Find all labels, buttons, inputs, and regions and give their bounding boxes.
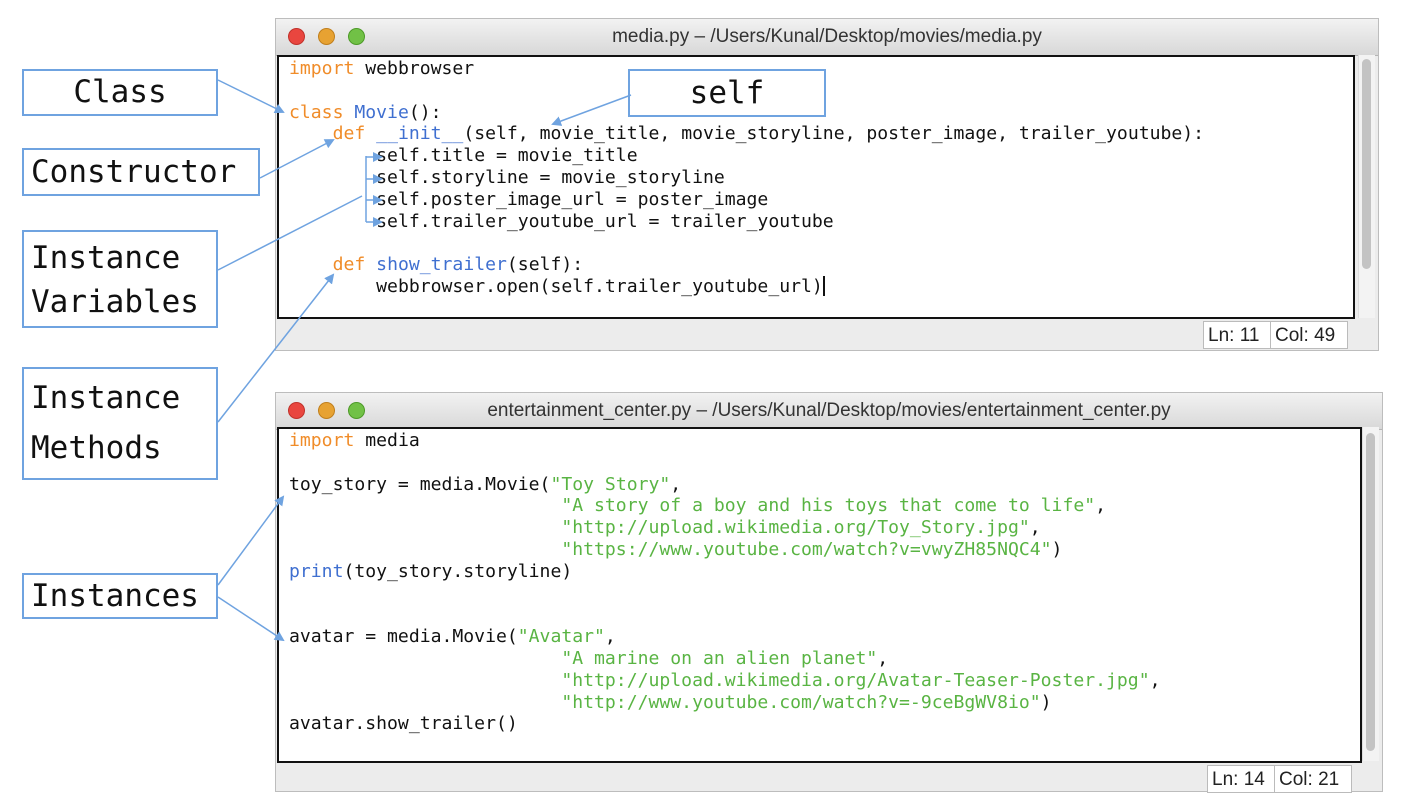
code-editor[interactable]: import media toy_story = media.Movie("Toy… (277, 427, 1362, 763)
label-instances: Instances (22, 573, 218, 619)
code-line: def show_trailer(self): (332, 254, 584, 276)
label-instance-methods-line1: Instance (31, 380, 181, 416)
code-line: "https://www.youtube.com/watch?v=vwyZH85… (561, 538, 1063, 560)
scroll-thumb[interactable] (1362, 59, 1371, 269)
scroll-thumb[interactable] (1366, 433, 1375, 751)
label-instances-text: Instances (31, 578, 199, 614)
title-bar[interactable]: entertainment_center.py – /Users/Kunal/D… (276, 393, 1382, 430)
code-text[interactable]: import media toy_story = media.Movie("Toy… (289, 430, 1161, 735)
line-indicator: Ln: 14 (1207, 765, 1275, 793)
window-title: media.py – /Users/Kunal/Desktop/movies/m… (612, 26, 1042, 47)
label-instance-methods-line2: Methods (31, 430, 162, 466)
code-line: webbrowser.open(self.trailer_youtube_url… (376, 275, 825, 297)
code-line: "A story of a boy and his toys that come… (561, 495, 1107, 517)
code-line: "A marine on an alien planet", (561, 647, 889, 669)
arrow-icon (217, 596, 285, 642)
label-self-text: self (689, 75, 765, 111)
code-line: print(toy_story.storyline) (289, 560, 573, 582)
label-constructor-text: Constructor (31, 154, 237, 190)
code-line: import media (289, 430, 420, 451)
code-line: self.title = movie_title (376, 145, 638, 167)
label-instance-variables-line1: Instance (31, 240, 181, 276)
arrow-icon (217, 79, 285, 113)
label-instance-methods: Instance Methods (22, 367, 218, 480)
label-instance-variables-line2: Variables (31, 284, 199, 320)
column-indicator: Col: 21 (1274, 765, 1352, 793)
code-line: "http://www.youtube.com/watch?v=-9ceBgWV… (561, 691, 1052, 713)
label-instance-variables: Instance Variables (22, 230, 218, 328)
line-indicator: Ln: 11 (1203, 321, 1271, 349)
window-title: entertainment_center.py – /Users/Kunal/D… (487, 400, 1171, 421)
code-line: "http://upload.wikimedia.org/Toy_Story.j… (561, 517, 1041, 539)
code-line: toy_story = media.Movie("Toy Story", (289, 473, 682, 495)
code-line: self.trailer_youtube_url = trailer_youtu… (376, 210, 834, 232)
label-self: self (628, 69, 826, 117)
vertical-scrollbar[interactable] (1358, 55, 1375, 318)
vertical-scrollbar[interactable] (1362, 427, 1379, 761)
text-cursor (822, 275, 825, 296)
label-constructor: Constructor (22, 148, 260, 196)
arrow-icon (217, 495, 285, 586)
entertainment-center-window: entertainment_center.py – /Users/Kunal/D… (275, 392, 1383, 793)
code-line: "http://upload.wikimedia.org/Avatar-Teas… (561, 669, 1161, 691)
code-line: avatar.show_trailer() (289, 713, 518, 735)
column-indicator: Col: 49 (1270, 321, 1348, 349)
code-line: avatar = media.Movie("Avatar", (289, 626, 616, 648)
media-py-window: media.py – /Users/Kunal/Desktop/movies/m… (275, 18, 1379, 351)
code-line: self.poster_image_url = poster_image (376, 188, 769, 210)
code-line: def __init__(self, movie_title, movie_st… (332, 123, 1205, 145)
code-line: self.storyline = movie_storyline (376, 166, 725, 188)
label-class: Class (22, 69, 218, 116)
title-bar[interactable]: media.py – /Users/Kunal/Desktop/movies/m… (276, 19, 1378, 56)
label-class-text: Class (73, 74, 167, 110)
